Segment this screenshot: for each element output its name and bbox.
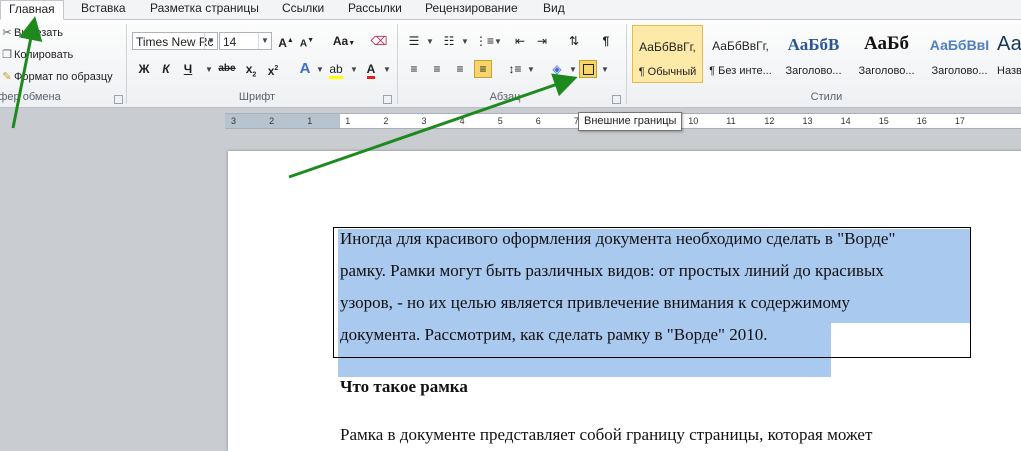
arrow-to-borders-button — [288, 73, 578, 179]
annotation-arrows — [11, 16, 578, 179]
arrow-to-home-tab — [11, 16, 43, 129]
